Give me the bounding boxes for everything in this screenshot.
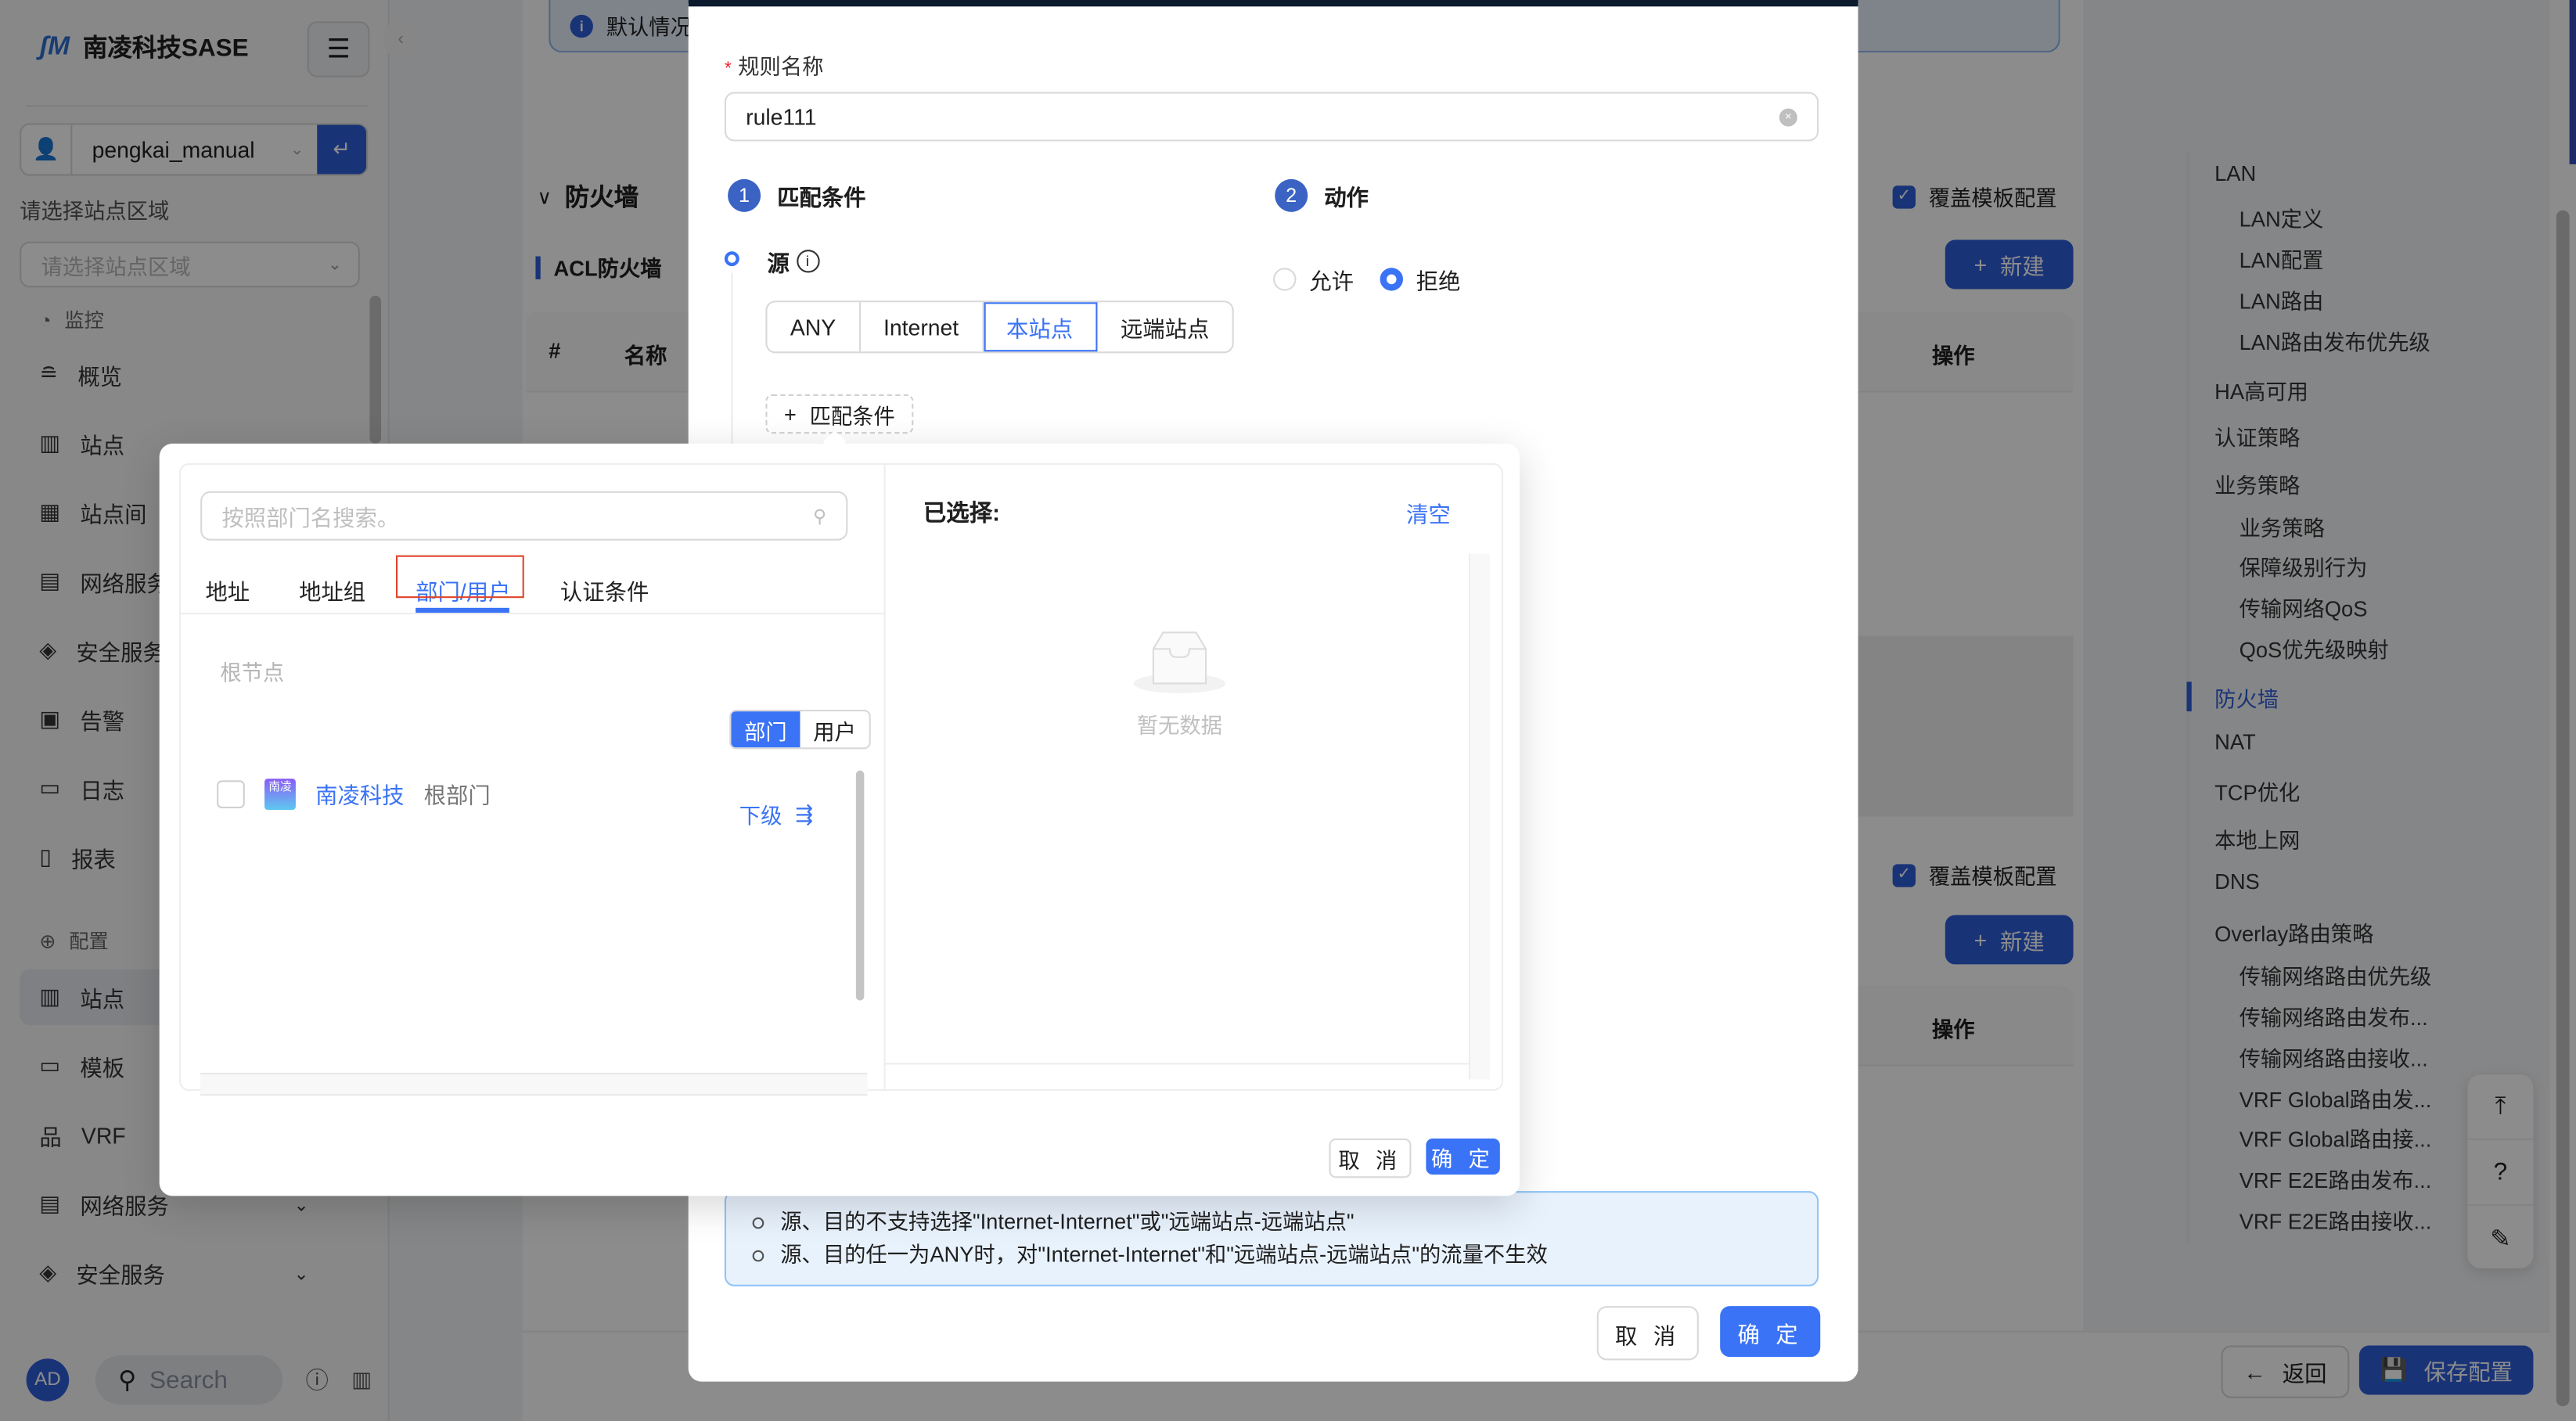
- plus-icon: +: [783, 401, 797, 426]
- picker-ok-button[interactable]: 确 定: [1426, 1138, 1500, 1175]
- radio-deny[interactable]: 拒绝: [1380, 263, 1460, 296]
- source-option-remote-site[interactable]: 远端站点: [1098, 302, 1232, 351]
- action-radio-group: 允许 拒绝: [1273, 263, 1460, 296]
- toggle-dept[interactable]: 部门: [731, 711, 801, 748]
- dept-children-link[interactable]: 下级 ⇶: [739, 798, 813, 829]
- picker-panel: 按照部门名搜索。 ⚲ 地址 地址组 部门/用户 认证条件 根节点 部门 用户 南…: [178, 463, 1504, 1096]
- step-match-conditions: 1 匹配条件: [728, 178, 865, 212]
- tab-address-group[interactable]: 地址组: [299, 574, 365, 606]
- tab-highlight-box: [395, 555, 524, 599]
- empty-box-icon: [1133, 631, 1226, 693]
- timeline-dot: [724, 251, 739, 267]
- clear-selection-link[interactable]: 清空: [1406, 496, 1451, 529]
- selected-list-scrollbar[interactable]: [1468, 553, 1491, 1080]
- source-option-any[interactable]: ANY: [767, 302, 861, 352]
- dept-checkbox[interactable]: [217, 779, 245, 808]
- rule-name-input[interactable]: rule111 ×: [724, 92, 1819, 142]
- modal-ok-button[interactable]: 确 定: [1720, 1306, 1821, 1358]
- picker-left-pane: 按照部门名搜索。 ⚲ 地址 地址组 部门/用户 认证条件 根节点 部门 用户 南…: [180, 465, 886, 1096]
- toggle-user[interactable]: 用户: [800, 711, 869, 747]
- breadcrumb-root[interactable]: 根节点: [220, 656, 284, 687]
- add-condition-button[interactable]: + 匹配条件: [765, 394, 914, 434]
- indent-icon: ⇶: [795, 800, 814, 826]
- source-option-internet[interactable]: Internet: [861, 302, 984, 352]
- picker-cancel-button[interactable]: 取 消: [1329, 1138, 1412, 1178]
- radio-allow[interactable]: 允许: [1273, 263, 1354, 296]
- clear-icon[interactable]: ×: [1779, 107, 1797, 126]
- bullet-icon: [752, 1249, 765, 1261]
- picker-right-pane: 已选择: 清空 暂无数据: [883, 465, 1502, 1089]
- rule-name-label: * 规则名称: [724, 54, 824, 79]
- modal-cancel-button[interactable]: 取 消: [1596, 1306, 1699, 1361]
- dept-search-input[interactable]: 按照部门名搜索。 ⚲: [200, 491, 848, 541]
- tab-auth-condition[interactable]: 认证条件: [560, 574, 649, 606]
- notes-box: 源、目的不支持选择"Internet-Internet"或"远端站点-远端站点"…: [724, 1191, 1819, 1286]
- source-type-segmented: ANY Internet 本站点 远端站点: [765, 300, 1234, 354]
- info-icon[interactable]: i: [796, 250, 819, 273]
- empty-state: 暂无数据: [1122, 629, 1237, 739]
- dept-row: 南凌 南凌科技 根部门: [217, 777, 491, 810]
- source-option-local-site[interactable]: 本站点: [983, 302, 1098, 352]
- source-label: 源i: [767, 245, 819, 278]
- radio-icon: [1273, 268, 1297, 291]
- dept-list-hscrollbar[interactable]: [200, 1072, 868, 1096]
- condition-picker-popover: 按照部门名搜索。 ⚲ 地址 地址组 部门/用户 认证条件 根节点 部门 用户 南…: [159, 430, 1520, 1196]
- tab-ink-bar: [416, 607, 509, 613]
- dept-user-toggle: 部门 用户: [729, 709, 871, 750]
- dept-list-scrollbar[interactable]: [854, 761, 868, 1007]
- dept-tag: 根部门: [423, 783, 491, 808]
- rule-name-value: rule111: [746, 104, 817, 129]
- bullet-icon: [752, 1216, 765, 1229]
- dept-search-placeholder: 按照部门名搜索。: [221, 505, 400, 531]
- note-item: 源、目的任一为ANY时，对"Internet-Internet"和"远端站点-远…: [752, 1239, 1791, 1272]
- dept-name[interactable]: 南凌科技: [315, 777, 404, 810]
- radio-checked-icon: [1380, 268, 1403, 291]
- step-action: 2 动作: [1275, 178, 1369, 212]
- search-icon: ⚲: [813, 506, 827, 527]
- picker-tabs: 地址 地址组 部门/用户 认证条件: [180, 557, 884, 615]
- dept-logo: 南凌: [264, 778, 296, 810]
- tab-address[interactable]: 地址: [205, 574, 250, 606]
- note-item: 源、目的不支持选择"Internet-Internet"或"远端站点-远端站点": [752, 1206, 1791, 1239]
- selected-title: 已选择:: [923, 499, 1000, 526]
